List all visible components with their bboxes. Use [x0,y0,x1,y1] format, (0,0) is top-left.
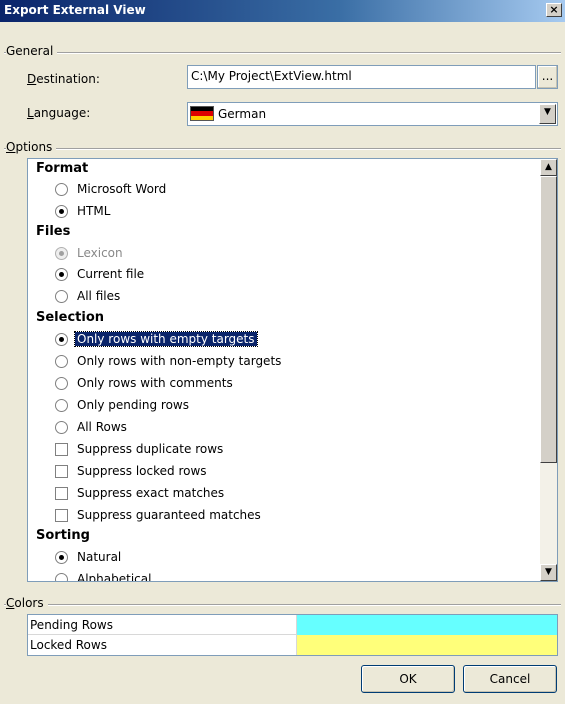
options-scrollbar[interactable]: ▲ ▼ [540,159,557,581]
radio-icon[interactable] [55,399,68,412]
radio-selected-icon[interactable] [55,551,68,564]
colors-group-label: Colors [6,596,48,610]
dropdown-arrow-icon[interactable]: ▼ [539,104,556,124]
language-value: German [218,107,267,121]
options-list-content: Format Microsoft Word HTML Files Lexicon… [28,159,540,581]
radio-selected-icon[interactable] [55,268,68,281]
scrollbar-thumb[interactable] [540,176,557,463]
close-button[interactable]: × [546,3,562,17]
section-format: Format [36,161,89,176]
destination-label: Destination: [27,72,100,86]
export-external-view-dialog: Export External View × General Destinati… [0,0,565,704]
destination-field[interactable]: C:\My Project\ExtView.html [187,65,536,89]
locked-color-swatch[interactable] [296,635,557,655]
language-dropdown[interactable]: German ▼ [187,102,558,126]
radio-selected-icon[interactable] [55,205,68,218]
germany-flag-icon [190,106,214,121]
options-group-line [4,148,561,150]
colors-group-line [4,604,561,606]
color-row-locked[interactable]: Locked Rows [28,635,557,655]
pending-color-swatch[interactable] [296,615,557,635]
radio-icon[interactable] [55,573,68,581]
scroll-up-icon[interactable]: ▲ [540,159,557,176]
radio-icon[interactable] [55,290,68,303]
title-bar[interactable]: Export External View × [0,0,565,22]
radio-icon[interactable] [55,377,68,390]
radio-icon[interactable] [55,355,68,368]
options-group-label: Options [6,140,57,154]
section-files: Files [36,224,71,239]
ok-button[interactable]: OK [361,665,455,693]
colors-table: Pending Rows Locked Rows [27,614,558,656]
radio-disabled-icon [55,247,68,260]
checkbox-icon[interactable] [55,465,68,478]
general-group-label: General [6,44,58,58]
scroll-down-icon[interactable]: ▼ [540,564,557,581]
window-title: Export External View [4,3,146,17]
checkbox-icon[interactable] [55,487,68,500]
radio-selected-icon[interactable] [55,333,68,346]
general-group-line [4,52,561,54]
section-sorting: Sorting [36,528,90,543]
options-list[interactable]: Format Microsoft Word HTML Files Lexicon… [27,158,558,582]
checkbox-icon[interactable] [55,509,68,522]
radio-icon[interactable] [55,183,68,196]
language-label: Language: [27,106,91,120]
checkbox-icon[interactable] [55,443,68,456]
browse-button[interactable]: ... [537,65,558,89]
destination-value: C:\My Project\ExtView.html [191,69,352,83]
cancel-button[interactable]: Cancel [463,665,557,693]
radio-icon[interactable] [55,421,68,434]
color-row-pending[interactable]: Pending Rows [28,615,557,635]
section-selection: Selection [36,310,105,325]
